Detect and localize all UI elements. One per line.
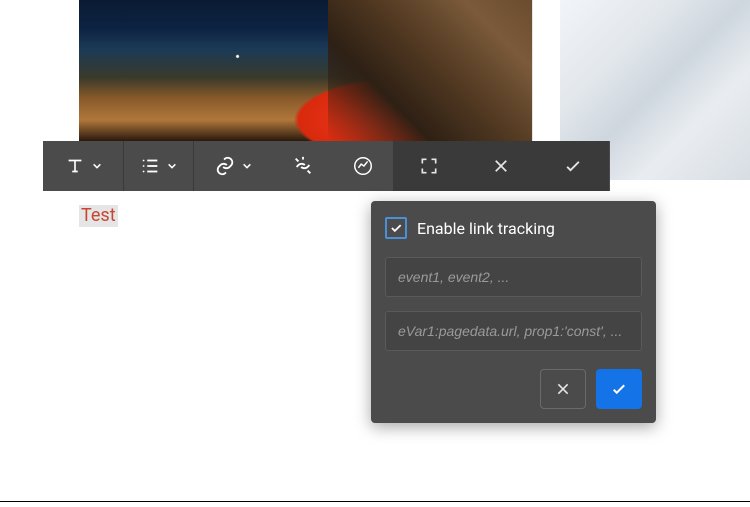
analytics-icon (352, 155, 374, 177)
toolbar-confirm-button[interactable] (537, 141, 609, 191)
page-divider (0, 501, 750, 502)
check-icon (563, 156, 583, 176)
unlink-icon (292, 155, 314, 177)
events-input[interactable] (385, 257, 642, 297)
link-dropdown[interactable] (193, 141, 273, 191)
list-icon (139, 155, 161, 177)
chevron-down-icon (242, 161, 252, 171)
fullscreen-icon (419, 156, 439, 176)
fullscreen-button[interactable] (393, 141, 465, 191)
link-tracking-popover: Enable link tracking (371, 201, 656, 423)
check-icon (610, 380, 628, 398)
close-icon (492, 157, 510, 175)
popover-confirm-button[interactable] (596, 369, 642, 409)
analytics-button[interactable] (333, 141, 393, 191)
evars-input[interactable] (385, 311, 642, 351)
enable-link-tracking-checkbox[interactable] (385, 217, 407, 239)
text-format-icon (64, 155, 86, 177)
close-icon (555, 381, 571, 397)
link-icon (214, 155, 236, 177)
hero-image-camping (79, 0, 533, 141)
chevron-down-icon (92, 161, 102, 171)
list-dropdown[interactable] (123, 141, 193, 191)
chevron-down-icon (167, 161, 177, 171)
toolbar-cancel-button[interactable] (465, 141, 537, 191)
enable-link-tracking-label: Enable link tracking (417, 219, 555, 238)
check-icon (389, 221, 403, 235)
unlink-button[interactable] (273, 141, 333, 191)
selected-text[interactable]: Test (79, 205, 118, 227)
text-format-dropdown[interactable] (43, 141, 123, 191)
popover-cancel-button[interactable] (540, 369, 586, 409)
rte-toolbar (43, 141, 610, 191)
